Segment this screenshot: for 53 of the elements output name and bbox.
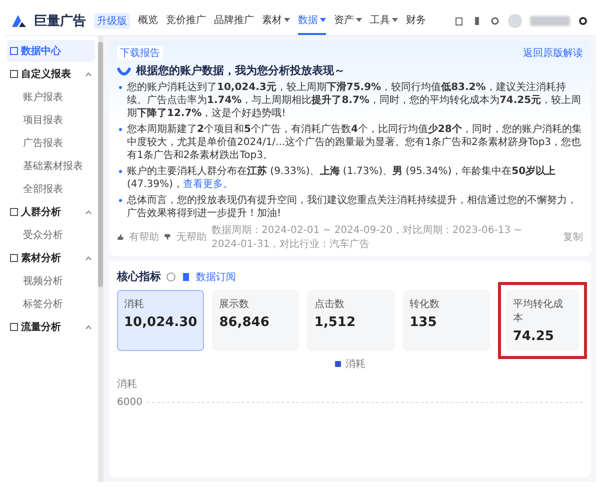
sidebar-item[interactable]: 自定义报表 — [7, 63, 95, 85]
nav-tab[interactable]: 资产 — [334, 6, 362, 34]
period-text: 数据周期：2024-02-01 ~ 2024-09-20，对比周期：2023-06-13 ~ 2024-01-31，对比行业：汽车广告 — [211, 224, 524, 251]
nav-tab[interactable]: 概览 — [138, 6, 158, 34]
edition-badge: 升级版 — [94, 12, 130, 28]
sidebar-subitem[interactable]: 标签分析 — [7, 293, 95, 315]
back-link[interactable]: 返回原版解读 — [523, 46, 583, 60]
nav-tab[interactable]: 竞价推广 — [166, 6, 206, 34]
thumbs-up-icon — [117, 232, 124, 242]
sidebar-subitem[interactable]: 账户报表 — [7, 86, 95, 108]
chevron-icon — [85, 210, 92, 214]
report-paragraph: 您的账户消耗达到了10,024.3元，较上周期下滑75.9%，较同行均值低83.2%，建议关注消耗持续。广告点击率为1.74%，与上周期相比提升了8.7%，同时，您的平均转化成本为74.25元，较上周期下降了12.7%，这是个好趋势哦! — [117, 81, 583, 120]
sidebar-subitem[interactable]: 广告报表 — [7, 132, 95, 154]
metric-card[interactable]: 消耗 10,024.30 — [117, 290, 204, 351]
sidebar-item[interactable]: 人群分析 — [7, 201, 95, 223]
avatar[interactable] — [508, 14, 522, 28]
metrics-title: 核心指标 — [117, 269, 161, 284]
blurred-account-name — [530, 16, 570, 26]
report-paragraph: 账户的主要消耗人群分布在江苏 (9.33%)、上海 (1.73%)、男 (95.34%)，年龄集中在50岁以上 (47.39%)，查看更多。 — [117, 165, 583, 191]
report-paragraph: 您本周期新建了2个项目和5个广告，有消耗广告数4个，比同行均值少28个，同时，您的账户消耗的集中度较大，尤其是单价值2024/1/...这个广告的跑量最为显著。您有1条广告和2条素材跻身Top3，您也有1条广告和2条素材跌出Top3。 — [117, 123, 583, 162]
sidebar-subitem[interactable]: 视频分析 — [7, 270, 95, 292]
report-tag: 下载报告 — [117, 46, 163, 60]
logo-icon — [12, 14, 26, 26]
nav-tab[interactable]: 财务 — [406, 6, 426, 34]
chevron-icon — [85, 256, 92, 260]
sidebar-subitem[interactable]: 受众分析 — [7, 224, 95, 246]
assistant-icon — [117, 66, 131, 76]
sidebar-subitem[interactable]: 全部报表 — [7, 178, 95, 200]
chevron-icon — [85, 324, 92, 330]
nav-tab[interactable]: 素材 — [262, 6, 290, 34]
chevron-icon — [85, 72, 92, 76]
legend-label: 消耗 — [346, 358, 366, 371]
sidebar-item[interactable]: 流量分析 — [7, 316, 95, 338]
metric-card[interactable]: 转化数 135 — [402, 290, 490, 351]
sidebar-item[interactable]: 数据中心 — [7, 40, 95, 62]
axis-label: 消耗 — [117, 378, 138, 391]
sidebar-subitem[interactable]: 项目报表 — [7, 109, 95, 131]
logo-text: 巨量广告 — [34, 12, 86, 30]
info-icon — [166, 272, 176, 282]
sidebar-item[interactable]: 素材分析 — [7, 247, 95, 269]
thumbs-down-icon — [164, 232, 172, 242]
metric-card[interactable]: 展示数 86,846 — [212, 290, 300, 351]
scrollbar[interactable] — [98, 36, 103, 482]
subscribe-link[interactable]: 数据订阅 — [196, 270, 236, 284]
report-paragraph: 总体而言，您的投放表现仍有提升空间，我们建议您重点关注消耗持续提升，相信通过您的不懈努力，广告效果将得到进一步提升！加油! — [117, 194, 583, 220]
axis-tick: 6000 — [117, 397, 142, 408]
more-link[interactable]: 查看更多。 — [182, 179, 233, 190]
report-heading: 根据您的账户数据，我为您分析投放表现～ — [136, 63, 345, 78]
nav-tab[interactable]: 品牌推广 — [214, 6, 254, 34]
nav-tab[interactable]: 工具 — [370, 6, 398, 34]
sidebar-subitem[interactable]: 基础素材报表 — [7, 155, 95, 177]
metric-card[interactable]: 点击数 1,512 — [307, 290, 395, 351]
metric-card[interactable]: 平均转化成本 74.25 — [506, 290, 580, 351]
